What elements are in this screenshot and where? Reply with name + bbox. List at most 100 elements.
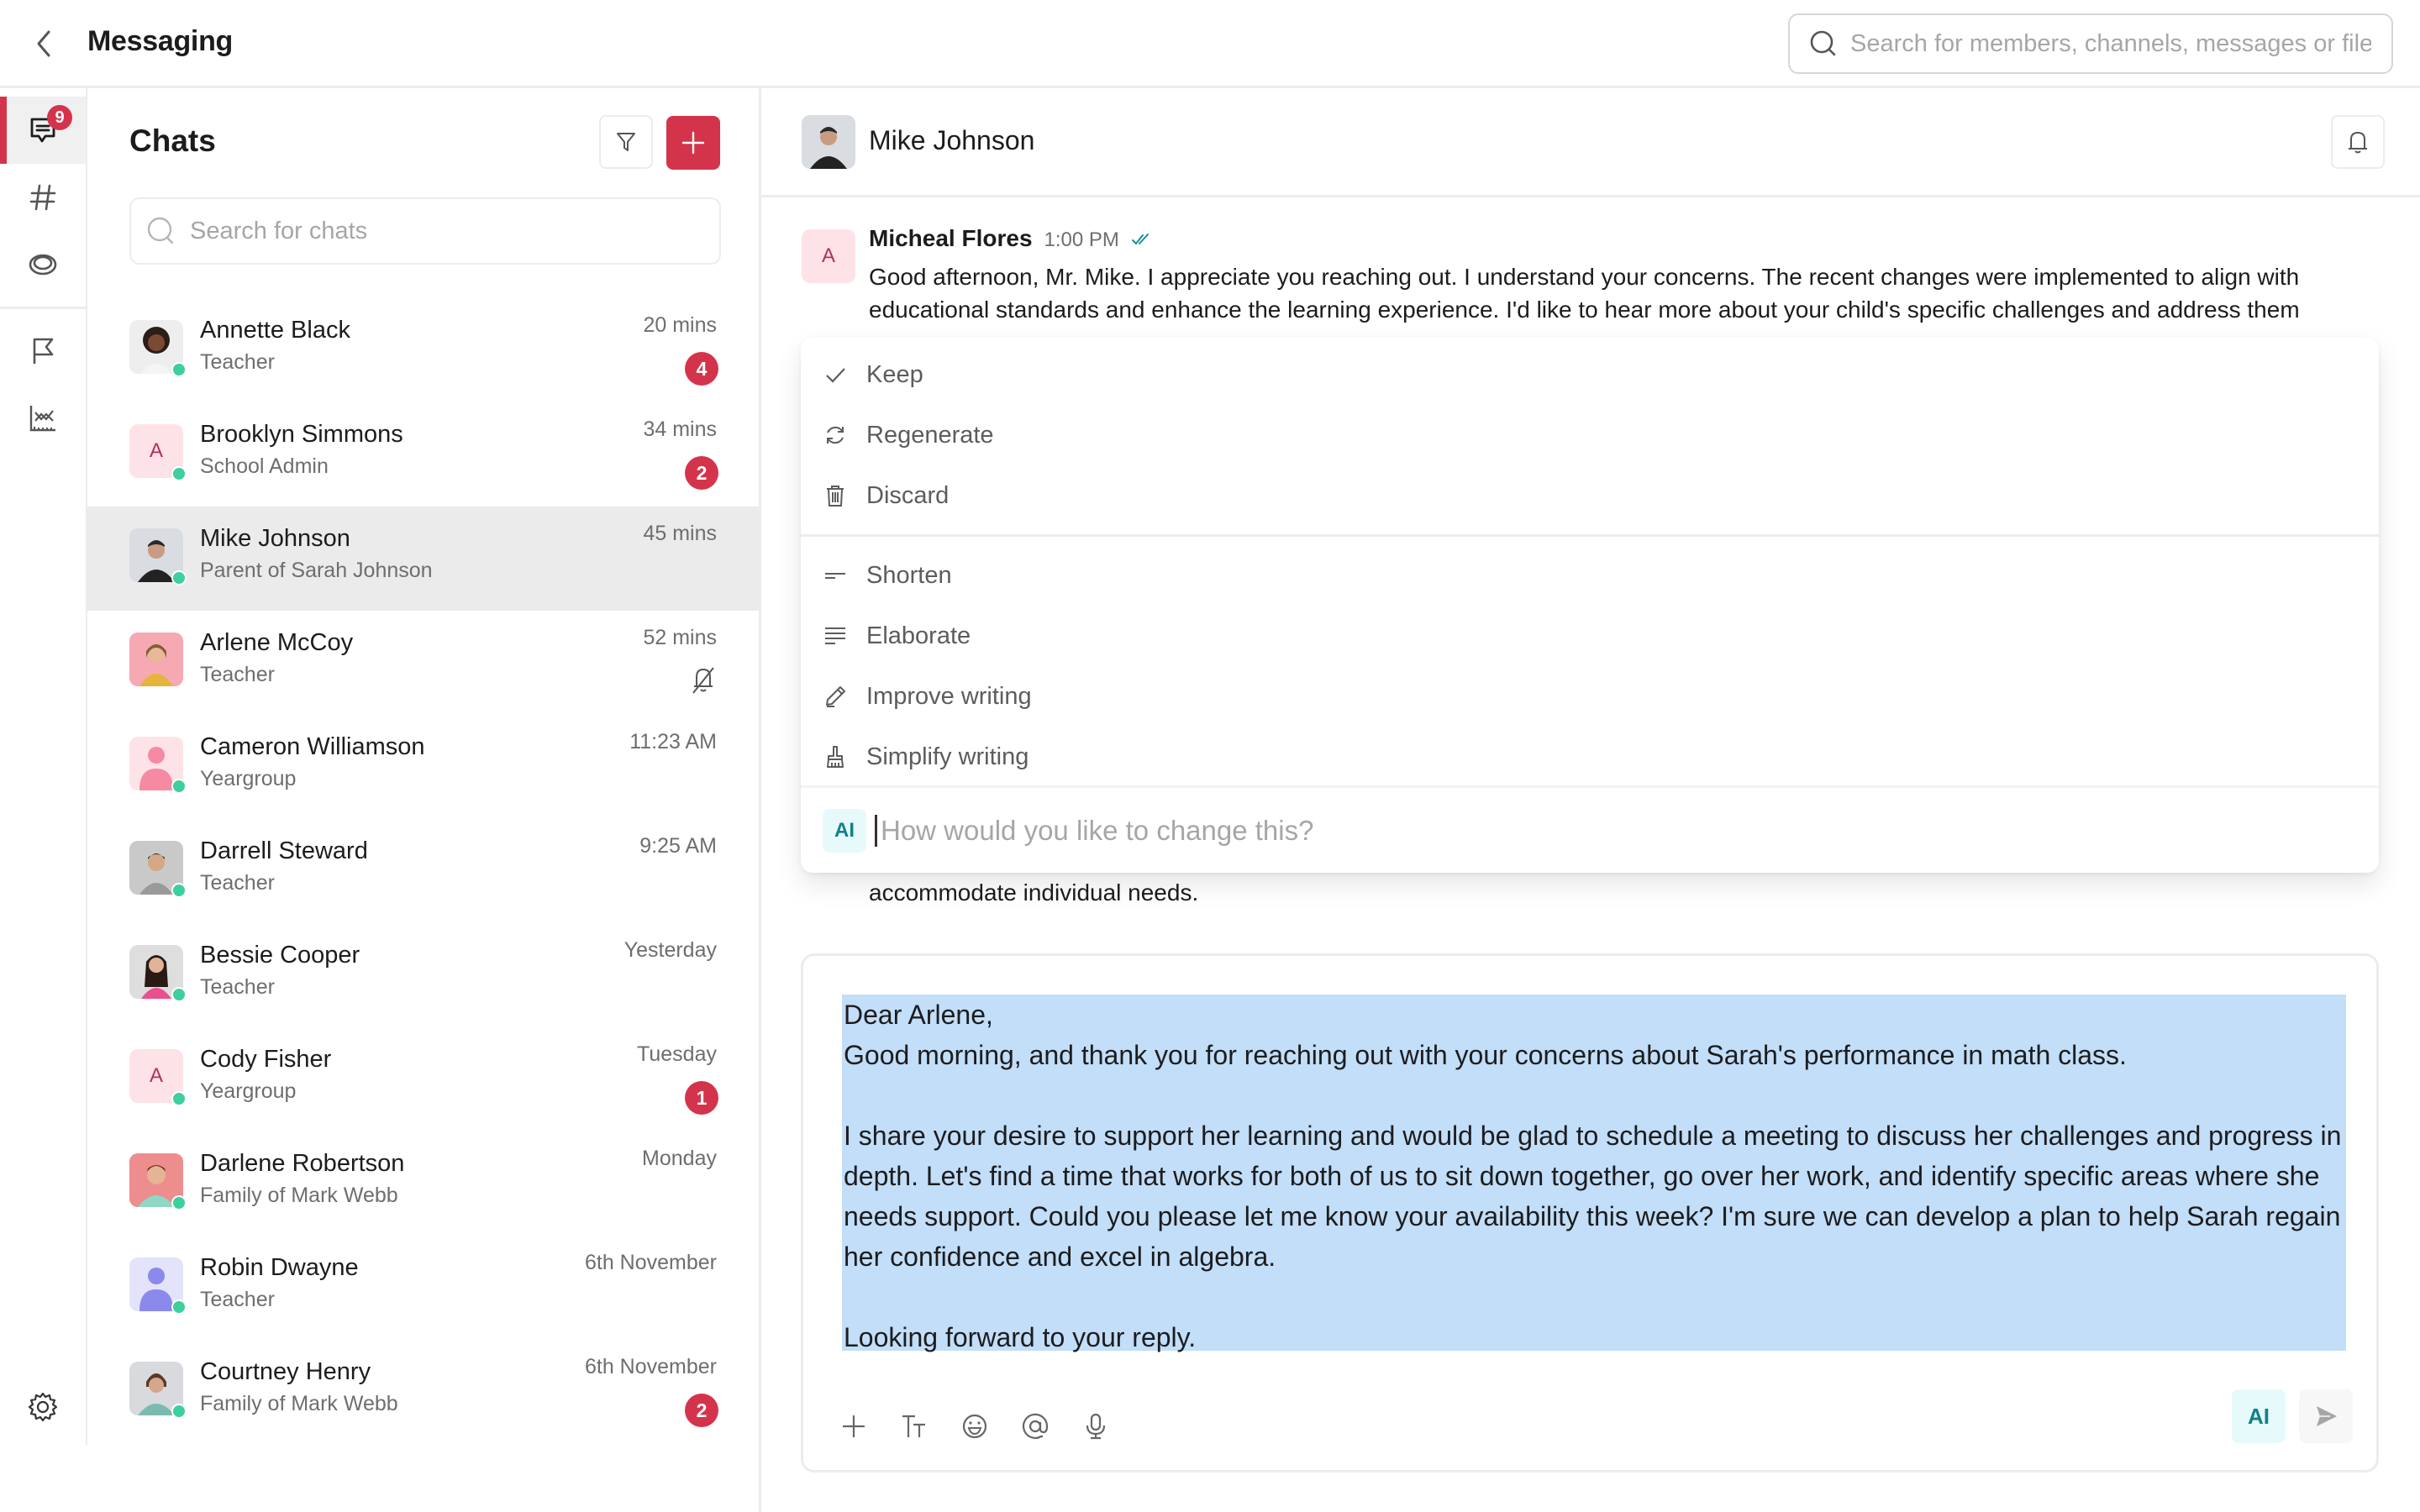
menu-item-keep[interactable]: Keep — [801, 344, 2379, 405]
chat-time: 20 mins — [643, 313, 717, 337]
plus-icon — [681, 131, 705, 155]
pencil-icon — [826, 686, 845, 707]
ai-rewrite-menu: Keep Regenerate Discard Shorten Elaborat… — [801, 338, 2379, 873]
chat-role: School Admin — [200, 454, 329, 478]
back-button[interactable] — [30, 27, 57, 60]
menu-item-discard[interactable]: Discard — [801, 465, 2379, 526]
chat-list-item[interactable]: A Brooklyn Simmons School Admin 34 mins … — [87, 402, 759, 507]
chat-name: Bessie Cooper — [200, 942, 360, 969]
global-search[interactable] — [1788, 13, 2393, 74]
search-icon — [1810, 30, 1836, 56]
menu-item-label: Regenerate — [866, 421, 994, 449]
chats-title: Chats — [129, 123, 216, 158]
avatar — [129, 1257, 187, 1315]
avatar — [129, 737, 187, 794]
menu-divider — [801, 534, 2379, 537]
message-body-tail: accommodate individual needs. — [869, 879, 1199, 906]
eye-icon — [29, 254, 57, 276]
rail-item-analytics[interactable] — [0, 385, 86, 452]
chat-role: Family of Mark Webb — [200, 1392, 398, 1415]
menu-item-label: Discard — [866, 481, 950, 509]
shorten-icon — [825, 573, 845, 579]
chat-role: Yeargroup — [200, 1079, 297, 1103]
chat-search-input[interactable] — [190, 217, 694, 245]
rail-item-watching[interactable] — [0, 231, 86, 298]
chat-name: Courtney Henry — [200, 1358, 371, 1385]
avatar — [129, 633, 183, 686]
chats-unread-badge: 9 — [47, 105, 72, 130]
composer-toolbar — [837, 1410, 1113, 1443]
chat-search[interactable] — [129, 197, 721, 265]
avatar — [129, 841, 187, 898]
chat-name: Mike Johnson — [200, 525, 350, 552]
notifications-button[interactable] — [2331, 115, 2385, 169]
chat-list-item[interactable]: Robin Dwayne Teacher 6th November — [87, 1236, 759, 1340]
chat-list-item[interactable]: A Cody Fisher Yeargroup Tuesday 1 — [87, 1027, 759, 1131]
chat-list-item[interactable]: Annette Black Teacher 20 mins 4 — [87, 298, 759, 402]
text-format-button[interactable] — [897, 1410, 931, 1443]
chat-list-item[interactable]: Arlene McCoy Teacher 52 mins — [87, 611, 759, 715]
plus-icon — [843, 1415, 865, 1437]
ai-prompt-input[interactable] — [875, 814, 2303, 847]
online-indicator — [171, 570, 187, 585]
menu-item-regenerate[interactable]: Regenerate — [801, 405, 2379, 465]
chats-panel: Chats Annette Black Teacher 20 mins 4 A — [87, 88, 761, 1512]
chat-time: Monday — [642, 1147, 717, 1170]
chat-time: Tuesday — [637, 1042, 717, 1066]
mention-button[interactable] — [1018, 1410, 1052, 1443]
chat-list-item[interactable]: Courtney Henry Family of Mark Webb 6th N… — [87, 1340, 759, 1444]
avatar — [129, 1362, 187, 1419]
menu-item-elaborate[interactable]: Elaborate — [801, 606, 2379, 666]
chat-name: Darrell Steward — [200, 837, 368, 864]
menu-item-label: Simplify writing — [866, 743, 1029, 770]
chat-time: 6th November — [584, 1355, 717, 1378]
conversation-header: Mike Johnson — [761, 88, 2420, 197]
composer-text-selected[interactable]: Dear Arlene, Good morning, and thank you… — [842, 995, 2346, 1352]
menu-item-label: Keep — [866, 360, 923, 388]
chat-list-item-selected[interactable]: Mike Johnson Parent of Sarah Johnson 45 … — [87, 507, 759, 611]
ai-tag: AI — [823, 808, 866, 853]
chat-list-item[interactable]: Bessie Cooper Teacher Yesterday — [87, 923, 759, 1027]
message-avatar: A — [802, 229, 855, 283]
online-indicator — [171, 883, 187, 898]
chat-time: 6th November — [584, 1251, 717, 1274]
unread-badge: 2 — [685, 456, 718, 490]
settings-button[interactable] — [0, 1369, 86, 1445]
chat-role: Teacher — [200, 663, 275, 686]
chat-time: 34 mins — [643, 417, 717, 441]
brush-icon — [827, 746, 844, 768]
chat-list-item[interactable]: Darrell Steward Teacher 9:25 AM — [87, 819, 759, 923]
chat-list-item[interactable]: Darlene Robertson Family of Mark Webb Mo… — [87, 1131, 759, 1236]
chat-time: 11:23 AM — [629, 730, 717, 753]
send-button[interactable] — [2299, 1389, 2353, 1443]
rail-item-channels[interactable] — [0, 164, 86, 231]
ai-assist-button[interactable]: AI — [2232, 1389, 2286, 1443]
ai-prompt-bar: AI — [801, 785, 2379, 873]
check-icon — [826, 368, 845, 383]
chat-name: Cody Fisher — [200, 1046, 332, 1073]
gear-icon — [28, 1392, 58, 1422]
global-search-input[interactable] — [1850, 29, 2371, 58]
app-title: Messaging — [87, 25, 234, 57]
attach-button[interactable] — [837, 1410, 871, 1443]
chat-list: Annette Black Teacher 20 mins 4 A Brookl… — [87, 298, 759, 1444]
analytics-icon — [29, 406, 55, 432]
online-indicator — [171, 1195, 187, 1210]
new-chat-button[interactable] — [666, 116, 720, 170]
rail-item-chats[interactable]: 9 — [0, 97, 86, 164]
online-indicator — [171, 779, 187, 794]
emoji-button[interactable] — [958, 1410, 992, 1443]
chat-list-item[interactable]: Cameron Williamson Yeargroup 11:23 AM — [87, 715, 759, 819]
menu-item-shorten[interactable]: Shorten — [801, 545, 2379, 606]
rail-item-flagged[interactable] — [0, 318, 86, 385]
online-indicator — [171, 987, 187, 1002]
menu-item-improve-writing[interactable]: Improve writing — [801, 666, 2379, 727]
contact-avatar — [802, 115, 855, 169]
avatar — [129, 1153, 187, 1210]
chat-name: Annette Black — [200, 317, 350, 344]
filter-button[interactable] — [599, 115, 653, 169]
voice-button[interactable] — [1079, 1410, 1113, 1443]
chat-time: 9:25 AM — [639, 834, 717, 858]
message-author: Micheal Flores — [869, 225, 1033, 251]
menu-item-simplify-writing[interactable]: Simplify writing — [801, 727, 2379, 787]
